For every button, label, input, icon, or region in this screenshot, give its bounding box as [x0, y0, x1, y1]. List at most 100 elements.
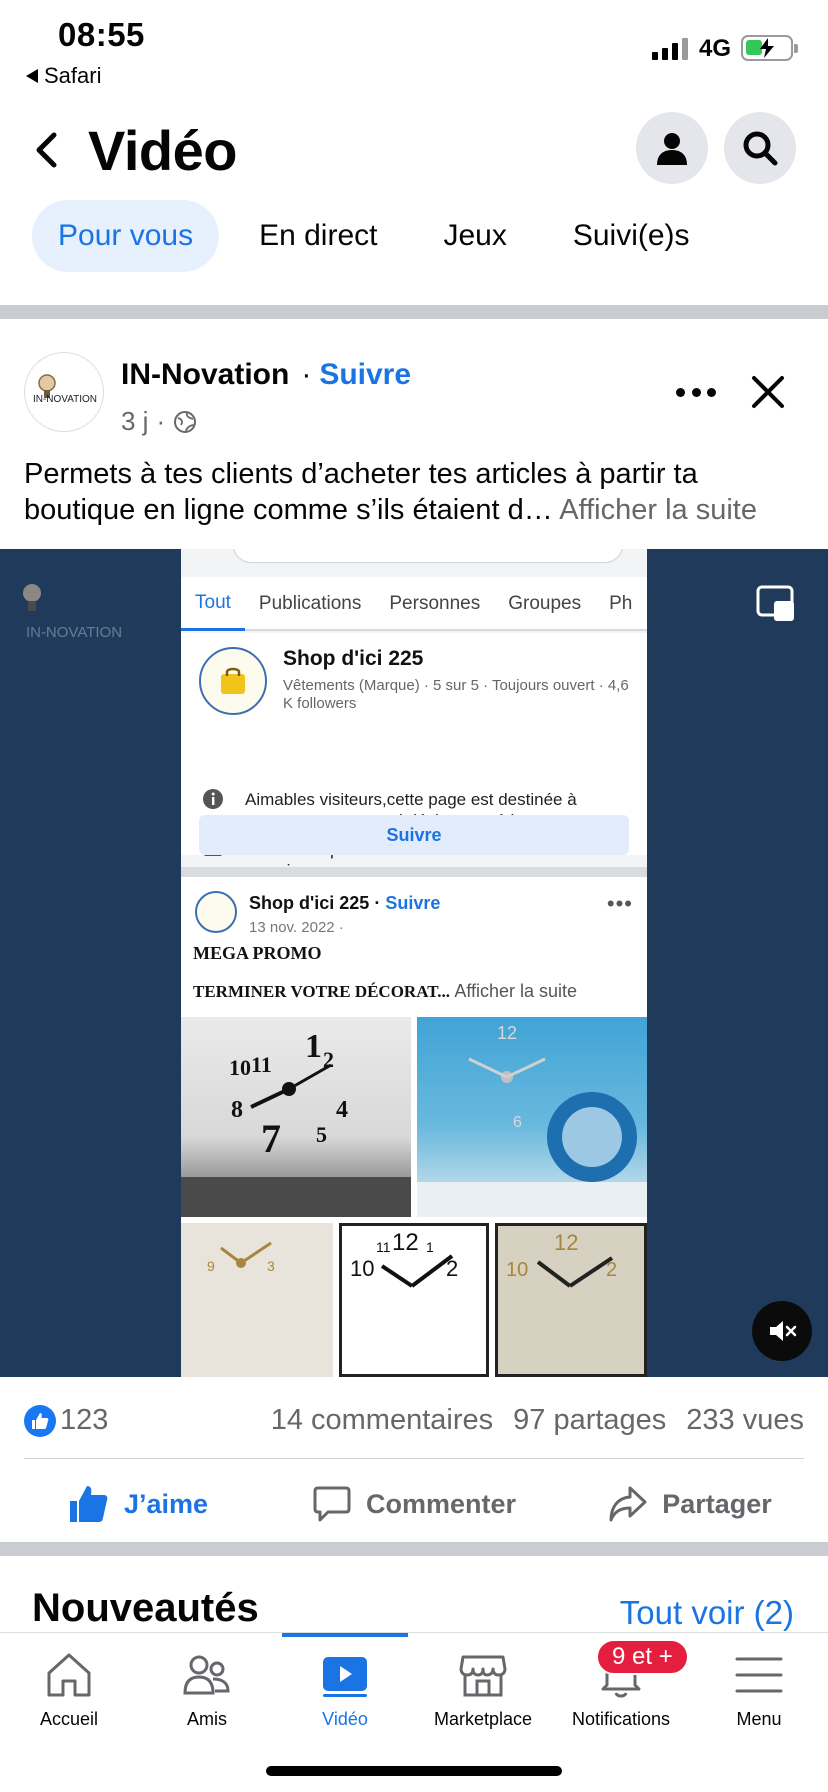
post-author-line: IN-Novation · Suivre [121, 358, 411, 392]
see-all-link[interactable]: Tout voir (2) [620, 1594, 794, 1632]
frame-follow-button: Suivre [199, 815, 629, 855]
friends-icon [181, 1649, 233, 1701]
speaker-muted-icon [770, 1321, 797, 1341]
view-count: 233 vues [686, 1404, 804, 1436]
menu-icon [733, 1649, 785, 1701]
search-button[interactable] [724, 112, 796, 184]
back-to-safari[interactable]: Safari [26, 63, 101, 89]
svg-text:4: 4 [336, 1097, 348, 1123]
nav-friends-label: Amis [187, 1709, 227, 1729]
back-chevron-icon [36, 132, 57, 168]
mute-button[interactable] [752, 1301, 812, 1361]
section-divider-2 [0, 1542, 828, 1556]
share-count[interactable]: 97 partages [513, 1404, 666, 1437]
picture-in-picture-button[interactable] [756, 585, 796, 625]
notification-badge: 9 et + [596, 1639, 689, 1675]
section-divider [0, 305, 828, 319]
like-label: J’aime [123, 1488, 209, 1519]
share-icon [609, 1486, 647, 1522]
frame-post-dot: · [374, 893, 386, 913]
author-avatar[interactable]: IN-NOVATION [24, 352, 104, 432]
wall-clock-photo-blue: 12 6 [417, 1017, 647, 1217]
network-type: 4G [699, 35, 732, 62]
see-more-link[interactable]: Afficher la suite [559, 494, 757, 526]
wall-clock-photo-gold-2: 12 10 2 [495, 1223, 647, 1377]
frame-promo-text: TERMINER VOTRE DÉCORAT... Afficher la su… [193, 981, 577, 1002]
wall-clock-photo-gold-1: 93 [181, 1223, 333, 1377]
home-indicator[interactable] [266, 1766, 562, 1776]
back-button[interactable] [26, 126, 66, 174]
hide-post-button[interactable] [748, 372, 788, 412]
wall-clock-photo-black: 11 1 2 10 8 4 7 5 [181, 1017, 411, 1217]
like-count[interactable]: 123 [24, 1404, 108, 1437]
tab-en-direct[interactable]: En direct [233, 200, 403, 272]
frame-page-name: Shop d'ici 225 [283, 647, 424, 670]
frame-divider [181, 867, 647, 877]
video-watermark: IN-NOVATION [10, 573, 130, 643]
home-icon [43, 1649, 95, 1701]
frame-promo-line: TERMINER VOTRE DÉCORAT... [193, 982, 451, 1001]
comment-icon [313, 1486, 351, 1522]
nav-video[interactable]: Vidéo [276, 1633, 414, 1743]
stats-divider [24, 1458, 804, 1459]
like-button[interactable]: J’aime [0, 1466, 276, 1542]
tab-pour-vous[interactable]: Pour vous [32, 200, 220, 272]
nav-marketplace[interactable]: Marketplace [414, 1633, 552, 1743]
svg-text:12: 12 [554, 1230, 578, 1255]
profile-button[interactable] [636, 112, 708, 184]
page-title: Vidéo [88, 119, 237, 182]
innovation-logo: IN-NOVATION [33, 374, 97, 405]
frame-tabs: Tout Publications Personnes Groupes Ph [181, 577, 647, 631]
svg-text:1: 1 [305, 1028, 322, 1065]
search-icon [743, 131, 778, 166]
person-icon [657, 133, 687, 165]
shopping-bag-icon [221, 667, 245, 694]
frame-promo-title: MEGA PROMO [193, 943, 322, 963]
video-icon [319, 1649, 371, 1701]
video-player[interactable]: IN-NOVATION Tout Publications Personnes … [0, 549, 828, 1377]
nav-home[interactable]: Accueil [0, 1633, 138, 1743]
close-icon [752, 376, 784, 408]
frame-page-meta: Vêtements (Marque) · 5 sur 5 · Toujours … [283, 677, 629, 712]
svg-text:3: 3 [267, 1258, 275, 1274]
reaction-stats: 123 14 commentaires 97 partages 233 vues [24, 1400, 804, 1444]
svg-text:5: 5 [316, 1122, 327, 1147]
svg-text:12: 12 [497, 1023, 517, 1043]
tab-suivis[interactable]: Suivi(e)s [547, 200, 716, 272]
nav-friends[interactable]: Amis [138, 1633, 276, 1743]
comment-count[interactable]: 14 commentaires [271, 1404, 493, 1437]
back-app-label: Safari [44, 63, 102, 88]
frame-promo-more: Afficher la suite [454, 981, 578, 1001]
follow-link[interactable]: Suivre [319, 358, 411, 392]
comment-button[interactable]: Commenter [276, 1466, 552, 1542]
frame-tab-publications: Publications [258, 593, 362, 614]
nav-menu-label: Menu [736, 1709, 782, 1729]
tab-jeux[interactable]: Jeux [417, 200, 532, 272]
shop-logo [199, 647, 267, 715]
svg-text:10: 10 [229, 1055, 251, 1080]
frame-post-avatar [195, 891, 237, 933]
nav-notifications-label: Notifications [571, 1709, 671, 1729]
post-options-button[interactable] [676, 372, 716, 412]
nav-menu[interactable]: Menu [690, 1633, 828, 1743]
battery-icon [741, 35, 798, 61]
nav-marketplace-label: Marketplace [433, 1709, 533, 1729]
svg-text:10: 10 [350, 1256, 374, 1281]
video-header: Vidéo [0, 100, 828, 200]
author-separator: · [301, 358, 312, 391]
post-caption: Permets à tes clients d’acheter tes arti… [24, 456, 814, 528]
frame-tab-photos: Ph [609, 593, 633, 614]
svg-text:6: 6 [513, 1114, 522, 1131]
post-actions: J’aime Commenter Partager [0, 1466, 828, 1542]
svg-text:11: 11 [376, 1239, 391, 1255]
share-button[interactable]: Partager [552, 1466, 828, 1542]
info-icon [203, 789, 223, 809]
svg-text:1: 1 [426, 1239, 434, 1255]
frame-post-date: 13 nov. 2022 · [249, 919, 344, 936]
engagement-counts: 14 commentaires 97 partages 233 vues [271, 1404, 804, 1437]
frame-tab-groupes: Groupes [508, 593, 582, 614]
frame-post-author: Shop d'ici 225 [249, 893, 370, 913]
like-badge-icon [24, 1404, 56, 1437]
nav-home-label: Accueil [39, 1709, 99, 1729]
author-name[interactable]: IN-Novation [121, 358, 289, 392]
